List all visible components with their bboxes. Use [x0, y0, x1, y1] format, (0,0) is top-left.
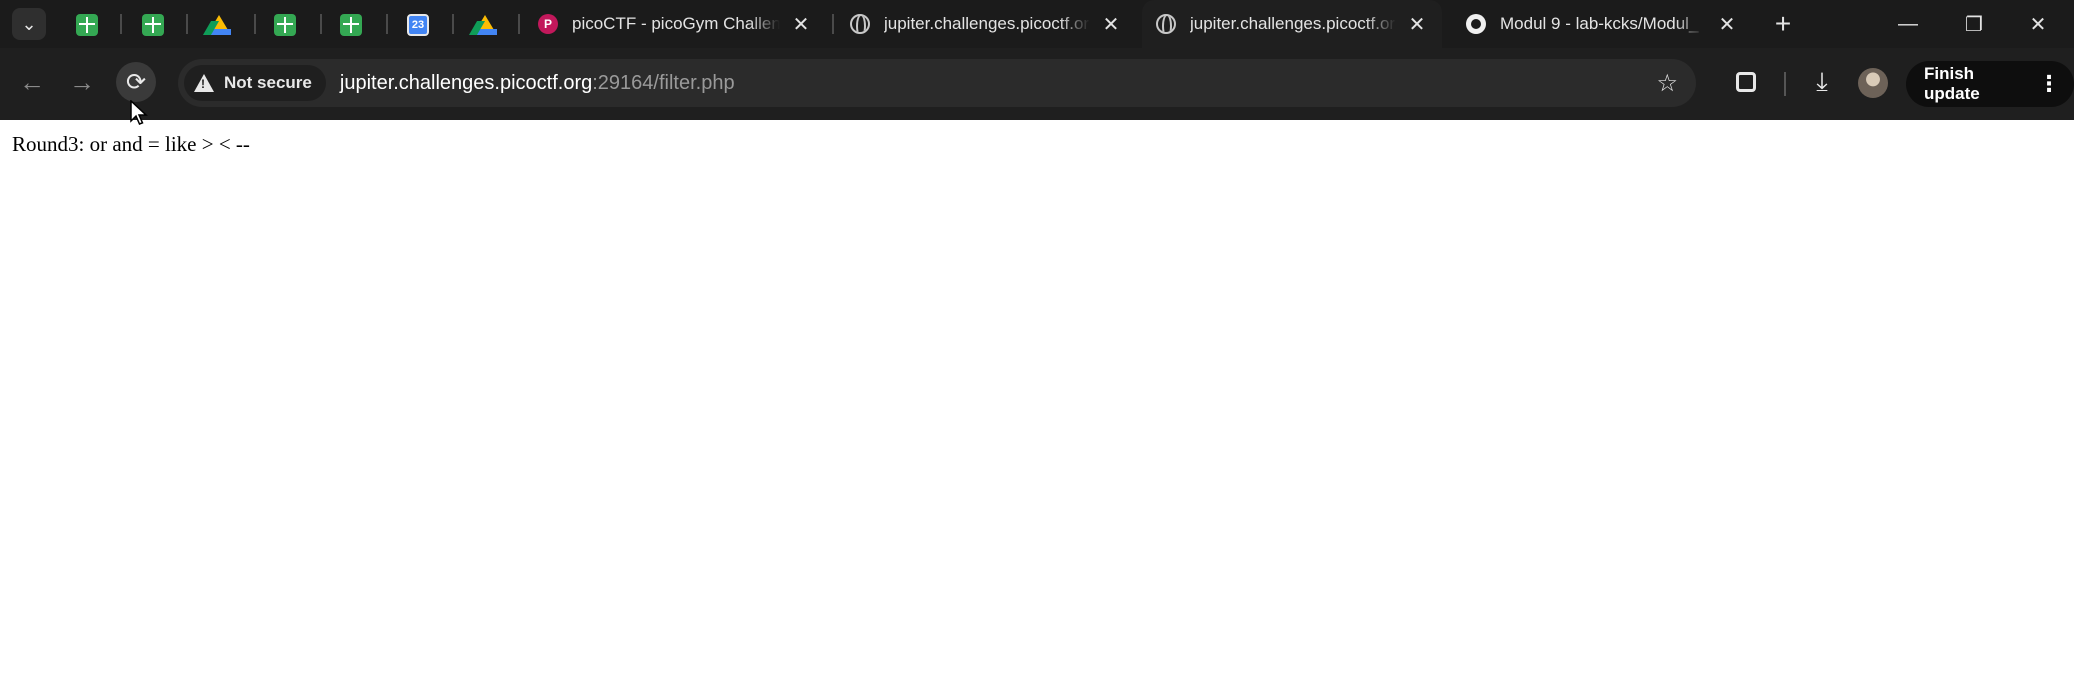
page-content: Round3: or and = like > < -- [0, 120, 2074, 678]
new-tab-button[interactable]: + [1766, 8, 1800, 40]
tab-title: jupiter.challenges.picoctf.or [884, 14, 1090, 33]
google-drive-icon [207, 15, 231, 35]
pinned-tab-sheets-4[interactable] [338, 12, 364, 38]
reload-icon: ⟳ [125, 68, 147, 96]
tab-separator [120, 14, 122, 34]
google-sheets-icon [76, 14, 98, 36]
tab-picoctf[interactable]: P picoCTF - picoGym Challen ✕ [524, 0, 826, 48]
tab-jupiter-active[interactable]: jupiter.challenges.picoctf.or ✕ [1142, 0, 1442, 48]
url-host: jupiter.challenges.picoctf.org [339, 71, 593, 94]
close-window-button[interactable]: ✕ [2008, 0, 2068, 48]
restore-icon: ❐ [1965, 13, 1983, 36]
site-info-chip[interactable]: Not secure [184, 65, 326, 101]
minimize-button[interactable]: — [1878, 0, 1938, 48]
close-icon[interactable]: ✕ [1716, 12, 1738, 37]
extensions-button[interactable] [1726, 62, 1766, 102]
reload-button[interactable]: ⟳ [116, 62, 156, 102]
tab-search-button[interactable]: ⌄ [12, 8, 46, 40]
tab-github[interactable]: Modul 9 - lab-kcks/Modul_ ✕ [1452, 0, 1752, 48]
globe-icon [850, 14, 870, 34]
tab-title: Modul 9 - lab-kcks/Modul_ [1500, 14, 1699, 33]
browser-chrome: ⌄ 23 P picoCTF - picoGym Challen ✕ jupit… [0, 0, 2074, 120]
warning-icon [194, 74, 214, 92]
tab-separator [254, 14, 256, 34]
plus-icon: + [1774, 8, 1792, 39]
tab-strip: ⌄ 23 P picoCTF - picoGym Challen ✕ jupit… [0, 0, 2074, 48]
google-sheets-icon [274, 14, 296, 36]
tab-separator [186, 14, 188, 34]
close-icon[interactable]: ✕ [1100, 12, 1122, 37]
close-icon[interactable]: ✕ [1406, 12, 1428, 37]
url-path: :29164/filter.php [592, 71, 735, 94]
close-icon: ✕ [2029, 13, 2047, 36]
tab-separator [452, 14, 454, 34]
profile-avatar[interactable] [1858, 68, 1888, 98]
downloads-button[interactable]: ⤓ [1802, 62, 1842, 102]
security-label: Not secure [224, 73, 312, 92]
pinned-tab-drive-2[interactable] [472, 12, 498, 38]
puzzle-icon [1736, 72, 1756, 92]
forward-button[interactable]: → [62, 62, 102, 102]
google-calendar-icon: 23 [407, 14, 429, 36]
pinned-tab-sheets-3[interactable] [272, 12, 298, 38]
arrow-right-icon: → [69, 66, 95, 97]
finish-update-label: Finish update [1924, 64, 1980, 103]
picoctf-icon: P [538, 14, 558, 34]
download-icon: ⤓ [1816, 66, 1828, 96]
restore-button[interactable]: ❐ [1944, 0, 2004, 48]
google-drive-icon [473, 15, 497, 35]
google-sheets-icon [340, 14, 362, 36]
tab-title: jupiter.challenges.picoctf.or [1190, 14, 1396, 33]
browser-toolbar: ← → ⟳ Not secure jupiter.challenges.pico… [0, 48, 2074, 120]
globe-icon [1156, 14, 1176, 34]
toolbar-separator [1784, 72, 1786, 96]
arrow-left-icon: ← [19, 66, 45, 97]
more-vert-icon: ⋮ [2038, 71, 2060, 96]
pinned-tab-sheets-2[interactable] [140, 12, 166, 38]
pinned-tab-sheets-1[interactable] [74, 12, 100, 38]
tab-separator [832, 14, 834, 34]
close-icon[interactable]: ✕ [790, 12, 812, 37]
back-button[interactable]: ← [12, 62, 52, 102]
tab-separator [320, 14, 322, 34]
google-sheets-icon [142, 14, 164, 36]
finish-update-button[interactable]: Finish update ⋮ [1906, 61, 2074, 107]
address-bar[interactable]: Not secure jupiter.challenges.picoctf.or… [178, 59, 1696, 107]
tab-separator [386, 14, 388, 34]
pinned-tab-drive-1[interactable] [206, 12, 232, 38]
tab-jupiter-1[interactable]: jupiter.challenges.picoctf.or ✕ [836, 0, 1136, 48]
pinned-tab-calendar[interactable]: 23 [405, 12, 431, 38]
url-text[interactable]: jupiter.challenges.picoctf.org:29164/fil… [340, 72, 735, 95]
github-icon [1466, 14, 1486, 34]
tab-title: picoCTF - picoGym Challen [572, 14, 780, 33]
minimize-icon: — [1898, 12, 1918, 35]
page-body-text: Round3: or and = like > < -- [12, 132, 250, 156]
bookmark-star-icon[interactable]: ☆ [1656, 69, 1678, 98]
chevron-down-icon: ⌄ [21, 13, 37, 34]
tab-separator [518, 14, 520, 34]
